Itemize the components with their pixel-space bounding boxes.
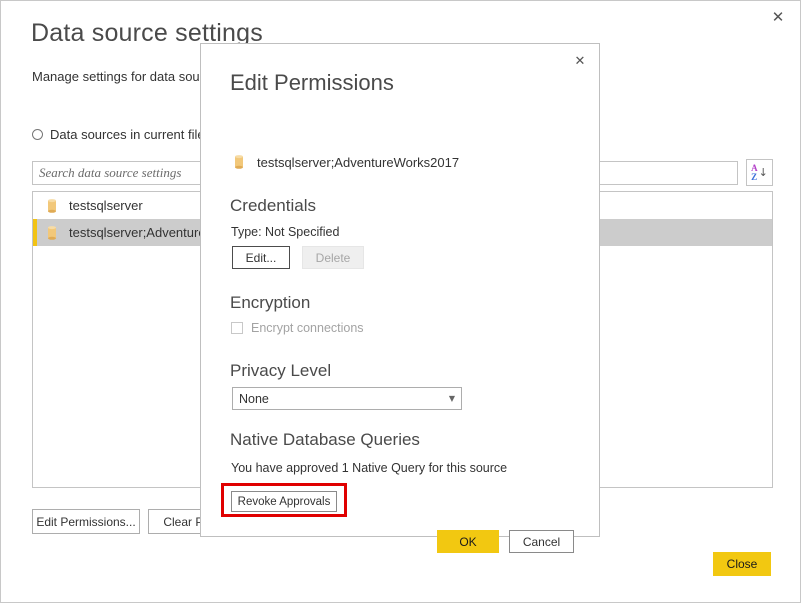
database-icon <box>45 198 59 214</box>
credentials-heading: Credentials <box>230 196 316 215</box>
close-button[interactable]: Close <box>713 552 771 576</box>
dialog-close-button[interactable]: ✕ <box>563 47 597 75</box>
encrypt-connections-label: Encrypt connections <box>251 321 364 335</box>
credentials-edit-button[interactable]: Edit... <box>232 246 290 269</box>
sort-az-button[interactable]: A Z ↓ <box>746 159 773 186</box>
privacy-level-select[interactable]: None ▼ <box>232 387 462 410</box>
database-icon <box>232 154 246 170</box>
sort-arrow-icon: ↓ <box>758 166 768 179</box>
sort-letter-z: Z <box>751 171 758 182</box>
revoke-approvals-button[interactable]: Revoke Approvals <box>231 491 337 512</box>
close-icon: ✕ <box>574 53 586 69</box>
radio-label: Data sources in current file <box>50 127 205 142</box>
sort-az-icon: A Z ↓ <box>751 163 768 182</box>
checkbox-icon <box>231 322 243 334</box>
native-queries-description: You have approved 1 Native Query for thi… <box>231 461 508 475</box>
edit-permissions-button[interactable]: Edit Permissions... <box>32 509 140 534</box>
edit-permissions-dialog: ✕ Edit Permissions testsqlserver;Adventu… <box>200 43 600 553</box>
database-icon <box>45 225 59 241</box>
window-close-button[interactable]: ✕ <box>758 3 798 31</box>
encrypt-connections-checkbox: Encrypt connections <box>231 321 364 335</box>
cancel-button[interactable]: Cancel <box>509 530 574 553</box>
privacy-level-value: None <box>239 391 269 406</box>
ok-button[interactable]: OK <box>437 530 499 553</box>
dialog-title: Edit Permissions <box>230 70 394 95</box>
list-item-label: testsqlserver <box>69 198 143 213</box>
native-database-queries-heading: Native Database Queries <box>230 430 420 449</box>
radio-circle-icon <box>32 129 43 140</box>
dialog-source-row: testsqlserver;AdventureWorks2017 <box>232 154 459 170</box>
chevron-down-icon: ▼ <box>448 393 455 403</box>
credentials-type-label: Type: Not Specified <box>231 225 340 239</box>
radio-data-sources-in-current-file[interactable]: Data sources in current file <box>32 127 205 142</box>
close-icon: ✕ <box>771 7 785 26</box>
dialog-source-name: testsqlserver;AdventureWorks2017 <box>257 154 460 170</box>
encryption-heading: Encryption <box>230 293 311 312</box>
privacy-level-heading: Privacy Level <box>230 361 332 380</box>
credentials-delete-button: Delete <box>302 246 364 269</box>
